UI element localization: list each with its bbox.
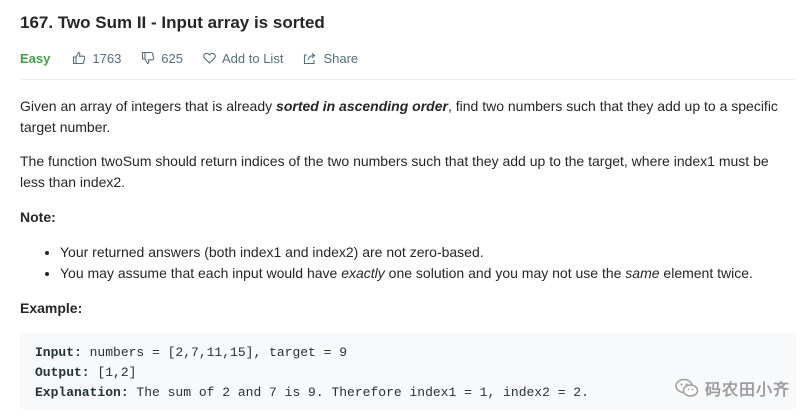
like-count: 1763 <box>92 50 122 66</box>
header-divider <box>20 79 796 80</box>
input-label: Input: <box>35 345 82 360</box>
note-heading: Note: <box>20 209 56 225</box>
note2-text-b: one solution and you may not use the <box>384 265 626 281</box>
heart-icon <box>203 52 216 64</box>
wechat-icon <box>675 378 699 397</box>
description-paragraph-2: The function twoSum should return indice… <box>20 153 769 190</box>
p1-text-start: Given an array of integers that is alrea… <box>20 98 277 114</box>
thumbs-up-icon <box>73 51 86 65</box>
note2-emphasis-same: same <box>625 265 660 281</box>
example-input-line: Input: numbers = [2,7,11,15], target = 9 <box>35 345 347 360</box>
input-value: numbers = [2,7,11,15], target = 9 <box>81 345 348 360</box>
thumbs-down-icon <box>142 51 155 65</box>
output-value: [1,2] <box>89 365 137 380</box>
watermark: 码农田小齐 <box>675 376 790 400</box>
note-list: Your returned answers (both index1 and i… <box>40 242 800 284</box>
explanation-label: Explanation: <box>35 385 129 400</box>
share-label: Share <box>323 50 359 66</box>
p1-emphasis: sorted in ascending order <box>276 98 448 114</box>
note2-text-c: element twice. <box>659 265 753 281</box>
difficulty-badge: Easy <box>20 50 51 66</box>
note-item-2: You may assume that each input would hav… <box>60 263 800 284</box>
add-to-list-button[interactable]: Add to List <box>203 51 283 66</box>
example-heading: Example: <box>20 300 83 316</box>
add-to-list-label: Add to List <box>222 50 284 66</box>
explanation-value: The sum of 2 and 7 is 9. Therefore index… <box>128 385 589 400</box>
like-button[interactable]: 1763 <box>72 51 121 66</box>
dislike-button[interactable]: 625 <box>141 51 183 66</box>
note2-text-a: You may assume that each input would hav… <box>60 265 342 281</box>
example-explanation-line: Explanation: The sum of 2 and 7 is 9. Th… <box>35 385 589 400</box>
watermark-text: 码农田小齐 <box>704 382 790 399</box>
share-icon <box>304 52 316 64</box>
problem-meta-bar: Easy 1763 625 Add to List Share <box>20 48 796 68</box>
dislike-count: 625 <box>161 50 183 66</box>
output-label: Output: <box>35 365 90 380</box>
example-output-line: Output: [1,2] <box>35 365 136 380</box>
description-paragraph-1: Given an array of integers that is alrea… <box>20 96 790 138</box>
note2-emphasis-exactly: exactly <box>341 265 385 281</box>
note-item-1: Your returned answers (both index1 and i… <box>60 242 800 263</box>
problem-title: 167. Two Sum II - Input array is sorted <box>20 13 325 32</box>
share-button[interactable]: Share <box>303 51 358 66</box>
